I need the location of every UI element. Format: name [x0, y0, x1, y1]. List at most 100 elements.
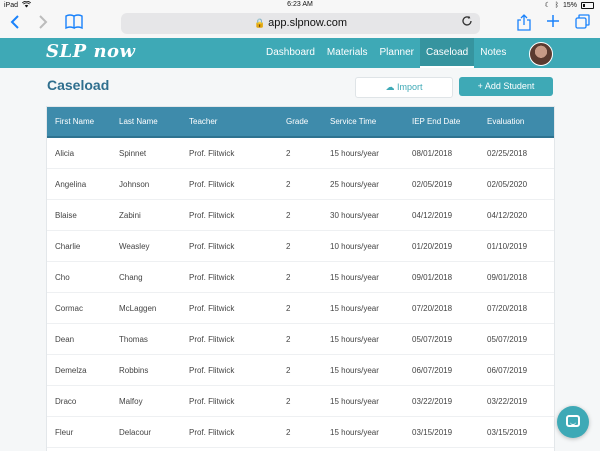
col-last-name[interactable]: Last Name: [119, 117, 158, 126]
browser-toolbar: 🔒 app.slpnow.com: [0, 10, 600, 39]
cell-teacher: Prof. Flitwick: [189, 149, 235, 158]
cell-evaluation: 09/01/2018: [487, 273, 528, 282]
cell-last-name: Johnson: [119, 180, 150, 189]
cell-last-name: Spinnet: [119, 149, 147, 158]
col-teacher[interactable]: Teacher: [189, 117, 217, 126]
cell-evaluation: 03/22/2019: [487, 397, 528, 406]
cell-service-time: 10 hours/year: [330, 242, 379, 251]
table-row[interactable]: Blaise Zabini Prof. Flitwick 2 30 hours/…: [47, 200, 554, 231]
nav-materials[interactable]: Materials: [321, 38, 374, 68]
cell-iep-end-date: 08/01/2018: [412, 149, 453, 158]
table-row[interactable]: Demelza Robbins Prof. Flitwick 2 15 hour…: [47, 355, 554, 386]
cell-first-name: Dean: [55, 335, 75, 344]
table-row[interactable]: Fleur Delacour Prof. Flitwick 2 15 hours…: [47, 417, 554, 448]
cell-first-name: Blaise: [55, 211, 77, 220]
nav-notes[interactable]: Notes: [474, 38, 512, 68]
status-time: 6:23 AM: [287, 1, 313, 8]
cloud-upload-icon: ☁: [385, 82, 395, 92]
col-evaluation[interactable]: Evaluation: [487, 117, 524, 126]
nav-caseload[interactable]: Caseload: [419, 38, 475, 68]
col-grade[interactable]: Grade: [286, 117, 308, 126]
page-title: Caseload: [47, 77, 110, 93]
bluetooth-icon: ᛒ: [554, 1, 559, 9]
cell-last-name: Malfoy: [119, 397, 143, 406]
cell-teacher: Prof. Flitwick: [189, 304, 235, 313]
cell-grade: 2: [286, 366, 291, 375]
back-button[interactable]: [10, 14, 20, 36]
cell-evaluation: 02/25/2018: [487, 149, 528, 158]
table-row[interactable]: Angelina Johnson Prof. Flitwick 2 25 hou…: [47, 169, 554, 200]
tabs-button[interactable]: [575, 14, 590, 35]
cell-evaluation: 07/20/2018: [487, 304, 528, 313]
cell-first-name: Angelina: [55, 180, 87, 189]
table-header: First Name Last Name Teacher Grade Servi…: [47, 107, 554, 138]
cell-iep-end-date: 02/05/2019: [412, 180, 453, 189]
forward-button[interactable]: [38, 14, 48, 36]
cell-iep-end-date: 06/07/2019: [412, 366, 453, 375]
app-logo[interactable]: SLP now: [46, 41, 136, 62]
cell-service-time: 30 hours/year: [330, 211, 379, 220]
cell-evaluation: 02/05/2020: [487, 180, 528, 189]
cell-grade: 2: [286, 242, 291, 251]
import-button[interactable]: ☁ Import: [355, 77, 453, 98]
cell-first-name: Charlie: [55, 242, 81, 251]
cell-grade: 2: [286, 180, 291, 189]
cell-iep-end-date: 05/07/2019: [412, 335, 453, 344]
bookmarks-button[interactable]: [65, 14, 83, 36]
reload-button[interactable]: [461, 13, 473, 34]
cell-teacher: Prof. Flitwick: [189, 397, 235, 406]
address-bar[interactable]: 🔒 app.slpnow.com: [121, 13, 480, 34]
nav-dashboard[interactable]: Dashboard: [260, 38, 321, 68]
cell-last-name: Delacour: [119, 428, 152, 437]
cell-iep-end-date: 01/20/2019: [412, 242, 453, 251]
cell-teacher: Prof. Flitwick: [189, 366, 235, 375]
nav-links: Dashboard Materials Planner Caseload Not…: [260, 38, 512, 68]
cell-last-name: Zabini: [119, 211, 141, 220]
cell-evaluation: 01/10/2019: [487, 242, 528, 251]
cell-grade: 2: [286, 304, 291, 313]
cell-grade: 2: [286, 273, 291, 282]
table-row[interactable]: Cormac McLaggen Prof. Flitwick 2 15 hour…: [47, 293, 554, 324]
user-avatar[interactable]: [529, 42, 553, 66]
moon-icon: ☾: [544, 2, 551, 9]
col-first-name[interactable]: First Name: [55, 117, 94, 126]
add-student-button[interactable]: + Add Student: [459, 77, 553, 96]
cell-first-name: Demelza: [55, 366, 87, 375]
cell-grade: 2: [286, 428, 291, 437]
share-button[interactable]: [517, 14, 531, 37]
cell-last-name: Thomas: [119, 335, 148, 344]
url-text: app.slpnow.com: [268, 17, 348, 29]
cell-teacher: Prof. Flitwick: [189, 428, 235, 437]
status-bar: iPad 6:23 AM ☾ ᛒ 15%: [0, 0, 600, 10]
cell-service-time: 15 hours/year: [330, 335, 379, 344]
chat-icon: [566, 415, 580, 427]
table-row[interactable]: Alicia Spinnet Prof. Flitwick 2 15 hours…: [47, 138, 554, 169]
cell-iep-end-date: 07/20/2018: [412, 304, 453, 313]
lock-icon: 🔒: [253, 18, 266, 28]
cell-evaluation: 05/07/2019: [487, 335, 528, 344]
cell-service-time: 25 hours/year: [330, 180, 379, 189]
book-icon: [65, 14, 83, 30]
col-service-time[interactable]: Service Time: [330, 117, 376, 126]
cell-teacher: Prof. Flitwick: [189, 242, 235, 251]
cell-grade: 2: [286, 335, 291, 344]
table-row[interactable]: Charlie Weasley Prof. Flitwick 2 10 hour…: [47, 231, 554, 262]
table-row[interactable]: Draco Malfoy Prof. Flitwick 2 15 hours/y…: [47, 386, 554, 417]
cell-teacher: Prof. Flitwick: [189, 335, 235, 344]
reload-icon: [462, 15, 472, 26]
cell-iep-end-date: 03/22/2019: [412, 397, 453, 406]
cell-service-time: 15 hours/year: [330, 304, 379, 313]
cell-service-time: 15 hours/year: [330, 366, 379, 375]
chat-button[interactable]: [557, 406, 589, 438]
status-right: ☾ ᛒ 15%: [544, 1, 594, 9]
new-tab-button[interactable]: [546, 14, 560, 34]
table-row[interactable]: Cho Chang Prof. Flitwick 2 15 hours/year…: [47, 262, 554, 293]
cell-iep-end-date: 04/12/2019: [412, 211, 453, 220]
cell-last-name: Chang: [119, 273, 143, 282]
col-iep-end-date[interactable]: IEP End Date: [412, 117, 460, 126]
nav-planner[interactable]: Planner: [374, 38, 420, 68]
share-icon: [517, 14, 531, 31]
table-row[interactable]: Dean Thomas Prof. Flitwick 2 15 hours/ye…: [47, 324, 554, 355]
app-nav: SLP now Dashboard Materials Planner Case…: [0, 38, 600, 68]
cell-first-name: Draco: [55, 397, 77, 406]
